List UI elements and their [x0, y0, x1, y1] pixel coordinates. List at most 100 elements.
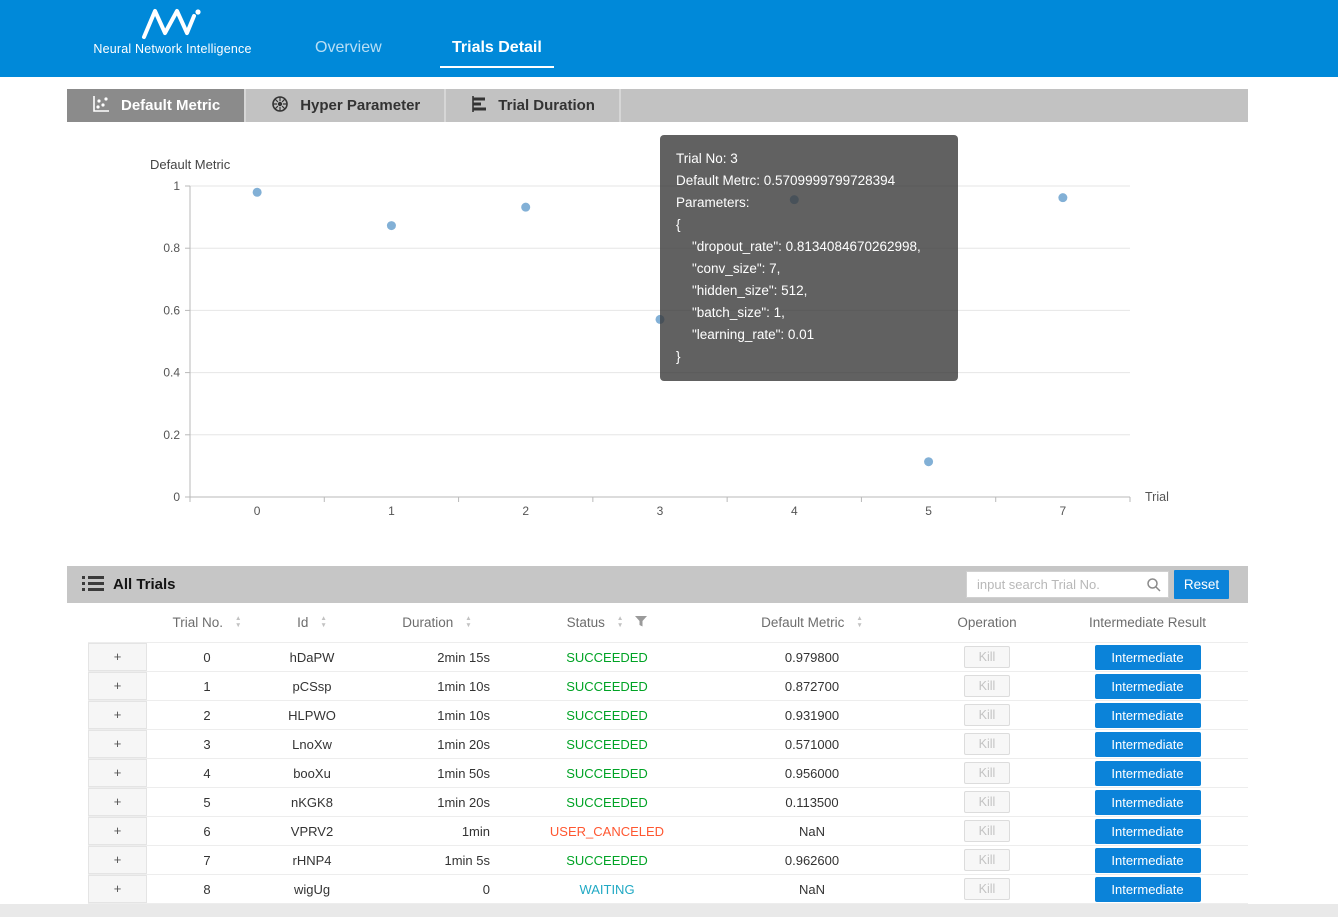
tooltip-open-brace: {	[676, 214, 942, 236]
nni-logo-icon	[90, 5, 255, 41]
intermediate-button[interactable]: Intermediate	[1095, 819, 1201, 844]
expand-button[interactable]: +	[88, 643, 147, 671]
cell-id: HLPWO	[267, 701, 357, 729]
filter-icon[interactable]	[635, 615, 647, 630]
nav-overview[interactable]: Overview	[315, 39, 382, 57]
y-tick-label: 0.4	[163, 366, 180, 380]
scatter-point[interactable]	[1058, 193, 1067, 202]
expand-button[interactable]: +	[88, 875, 147, 903]
expand-button[interactable]: +	[88, 817, 147, 845]
col-intermediate-result: Intermediate Result	[1047, 615, 1248, 630]
scatter-point[interactable]	[387, 221, 396, 230]
cell-trial-no: 4	[147, 759, 267, 787]
cell-default-metric: 0.956000	[697, 759, 927, 787]
reset-button[interactable]: Reset	[1174, 570, 1229, 599]
x-tick-label: 2	[522, 504, 529, 518]
nav-trials-detail[interactable]: Trials Detail	[440, 39, 554, 68]
tooltip-close-brace: }	[676, 346, 942, 368]
cell-id: booXu	[267, 759, 357, 787]
cell-default-metric: 0.931900	[697, 701, 927, 729]
tab-hyper-parameter[interactable]: Hyper Parameter	[246, 89, 446, 122]
scatter-point[interactable]	[253, 188, 262, 197]
intermediate-button[interactable]: Intermediate	[1095, 790, 1201, 815]
col-id[interactable]: Id ▲▼	[267, 615, 357, 630]
intermediate-button[interactable]: Intermediate	[1095, 761, 1201, 786]
y-tick-label: 0.2	[163, 428, 180, 442]
tooltip-param-line: "batch_size": 1,	[676, 302, 942, 324]
nni-logo[interactable]: Neural Network Intelligence	[90, 5, 255, 56]
sort-icon[interactable]: ▲▼	[235, 616, 241, 629]
kill-button: Kill	[964, 675, 1010, 697]
chart-title: Default Metric	[150, 157, 231, 172]
scatter-point[interactable]	[924, 457, 933, 466]
col-operation: Operation	[927, 615, 1047, 630]
expand-button[interactable]: +	[88, 672, 147, 700]
cell-intermediate: Intermediate	[1047, 730, 1248, 758]
sort-icon[interactable]: ▲▼	[856, 616, 862, 629]
x-tick-label: 5	[925, 504, 932, 518]
sort-icon[interactable]: ▲▼	[465, 616, 471, 629]
cell-intermediate: Intermediate	[1047, 817, 1248, 845]
cell-id: pCSsp	[267, 672, 357, 700]
cell-id: nKGK8	[267, 788, 357, 816]
cell-trial-no: 7	[147, 846, 267, 874]
intermediate-button[interactable]: Intermediate	[1095, 645, 1201, 670]
cell-duration: 2min 15s	[357, 643, 517, 671]
tab-default-metric[interactable]: Default Metric	[67, 89, 246, 122]
status-badge: USER_CANCELED	[517, 817, 697, 845]
cell-intermediate: Intermediate	[1047, 759, 1248, 787]
cell-operation: Kill	[927, 730, 1047, 758]
intermediate-button[interactable]: Intermediate	[1095, 732, 1201, 757]
x-tick-label: 3	[657, 504, 664, 518]
cell-id: wigUg	[267, 875, 357, 903]
tooltip-parameters-label: Parameters:	[676, 192, 942, 214]
x-tick-label: 1	[388, 504, 395, 518]
intermediate-button[interactable]: Intermediate	[1095, 674, 1201, 699]
expand-button[interactable]: +	[88, 846, 147, 874]
brand-text: Neural Network Intelligence	[90, 42, 255, 56]
x-tick-label: 0	[254, 504, 261, 518]
y-tick-label: 0	[173, 490, 180, 504]
cell-trial-no: 3	[147, 730, 267, 758]
status-badge: SUCCEEDED	[517, 701, 697, 729]
page-footer-strip	[0, 904, 1338, 917]
status-badge: SUCCEEDED	[517, 672, 697, 700]
search-box	[966, 571, 1169, 598]
status-badge: SUCCEEDED	[517, 788, 697, 816]
expand-button[interactable]: +	[88, 788, 147, 816]
x-tick-label: 7	[1060, 504, 1067, 518]
intermediate-button[interactable]: Intermediate	[1095, 877, 1201, 902]
status-badge: SUCCEEDED	[517, 846, 697, 874]
col-trial-no[interactable]: Trial No. ▲▼	[147, 615, 267, 630]
expand-button[interactable]: +	[88, 759, 147, 787]
cell-intermediate: Intermediate	[1047, 643, 1248, 671]
intermediate-button[interactable]: Intermediate	[1095, 848, 1201, 873]
y-tick-label: 0.8	[163, 241, 180, 255]
cell-intermediate: Intermediate	[1047, 672, 1248, 700]
cell-intermediate: Intermediate	[1047, 701, 1248, 729]
kill-button: Kill	[964, 878, 1010, 900]
col-status[interactable]: Status ▲▼	[517, 615, 697, 630]
cell-duration: 1min 20s	[357, 730, 517, 758]
sort-icon[interactable]: ▲▼	[617, 616, 623, 629]
cell-duration: 1min 10s	[357, 701, 517, 729]
cell-operation: Kill	[927, 846, 1047, 874]
chart-tooltip: Trial No: 3 Default Metrc: 0.57099997997…	[660, 135, 958, 381]
cell-operation: Kill	[927, 643, 1047, 671]
col-duration[interactable]: Duration ▲▼	[357, 615, 517, 630]
search-input[interactable]	[967, 572, 1139, 596]
sort-icon[interactable]: ▲▼	[320, 616, 326, 629]
table-row: + 2 HLPWO 1min 10s SUCCEEDED 0.931900 Ki…	[88, 701, 1248, 730]
cell-operation: Kill	[927, 672, 1047, 700]
col-default-metric[interactable]: Default Metric ▲▼	[697, 615, 927, 630]
cell-id: VPRV2	[267, 817, 357, 845]
cell-operation: Kill	[927, 817, 1047, 845]
expand-button[interactable]: +	[88, 730, 147, 758]
expand-button[interactable]: +	[88, 701, 147, 729]
cell-default-metric: NaN	[697, 875, 927, 903]
status-badge: SUCCEEDED	[517, 759, 697, 787]
scatter-point[interactable]	[521, 203, 530, 212]
intermediate-button[interactable]: Intermediate	[1095, 703, 1201, 728]
search-icon[interactable]	[1146, 577, 1162, 598]
tab-trial-duration[interactable]: Trial Duration	[446, 89, 621, 122]
